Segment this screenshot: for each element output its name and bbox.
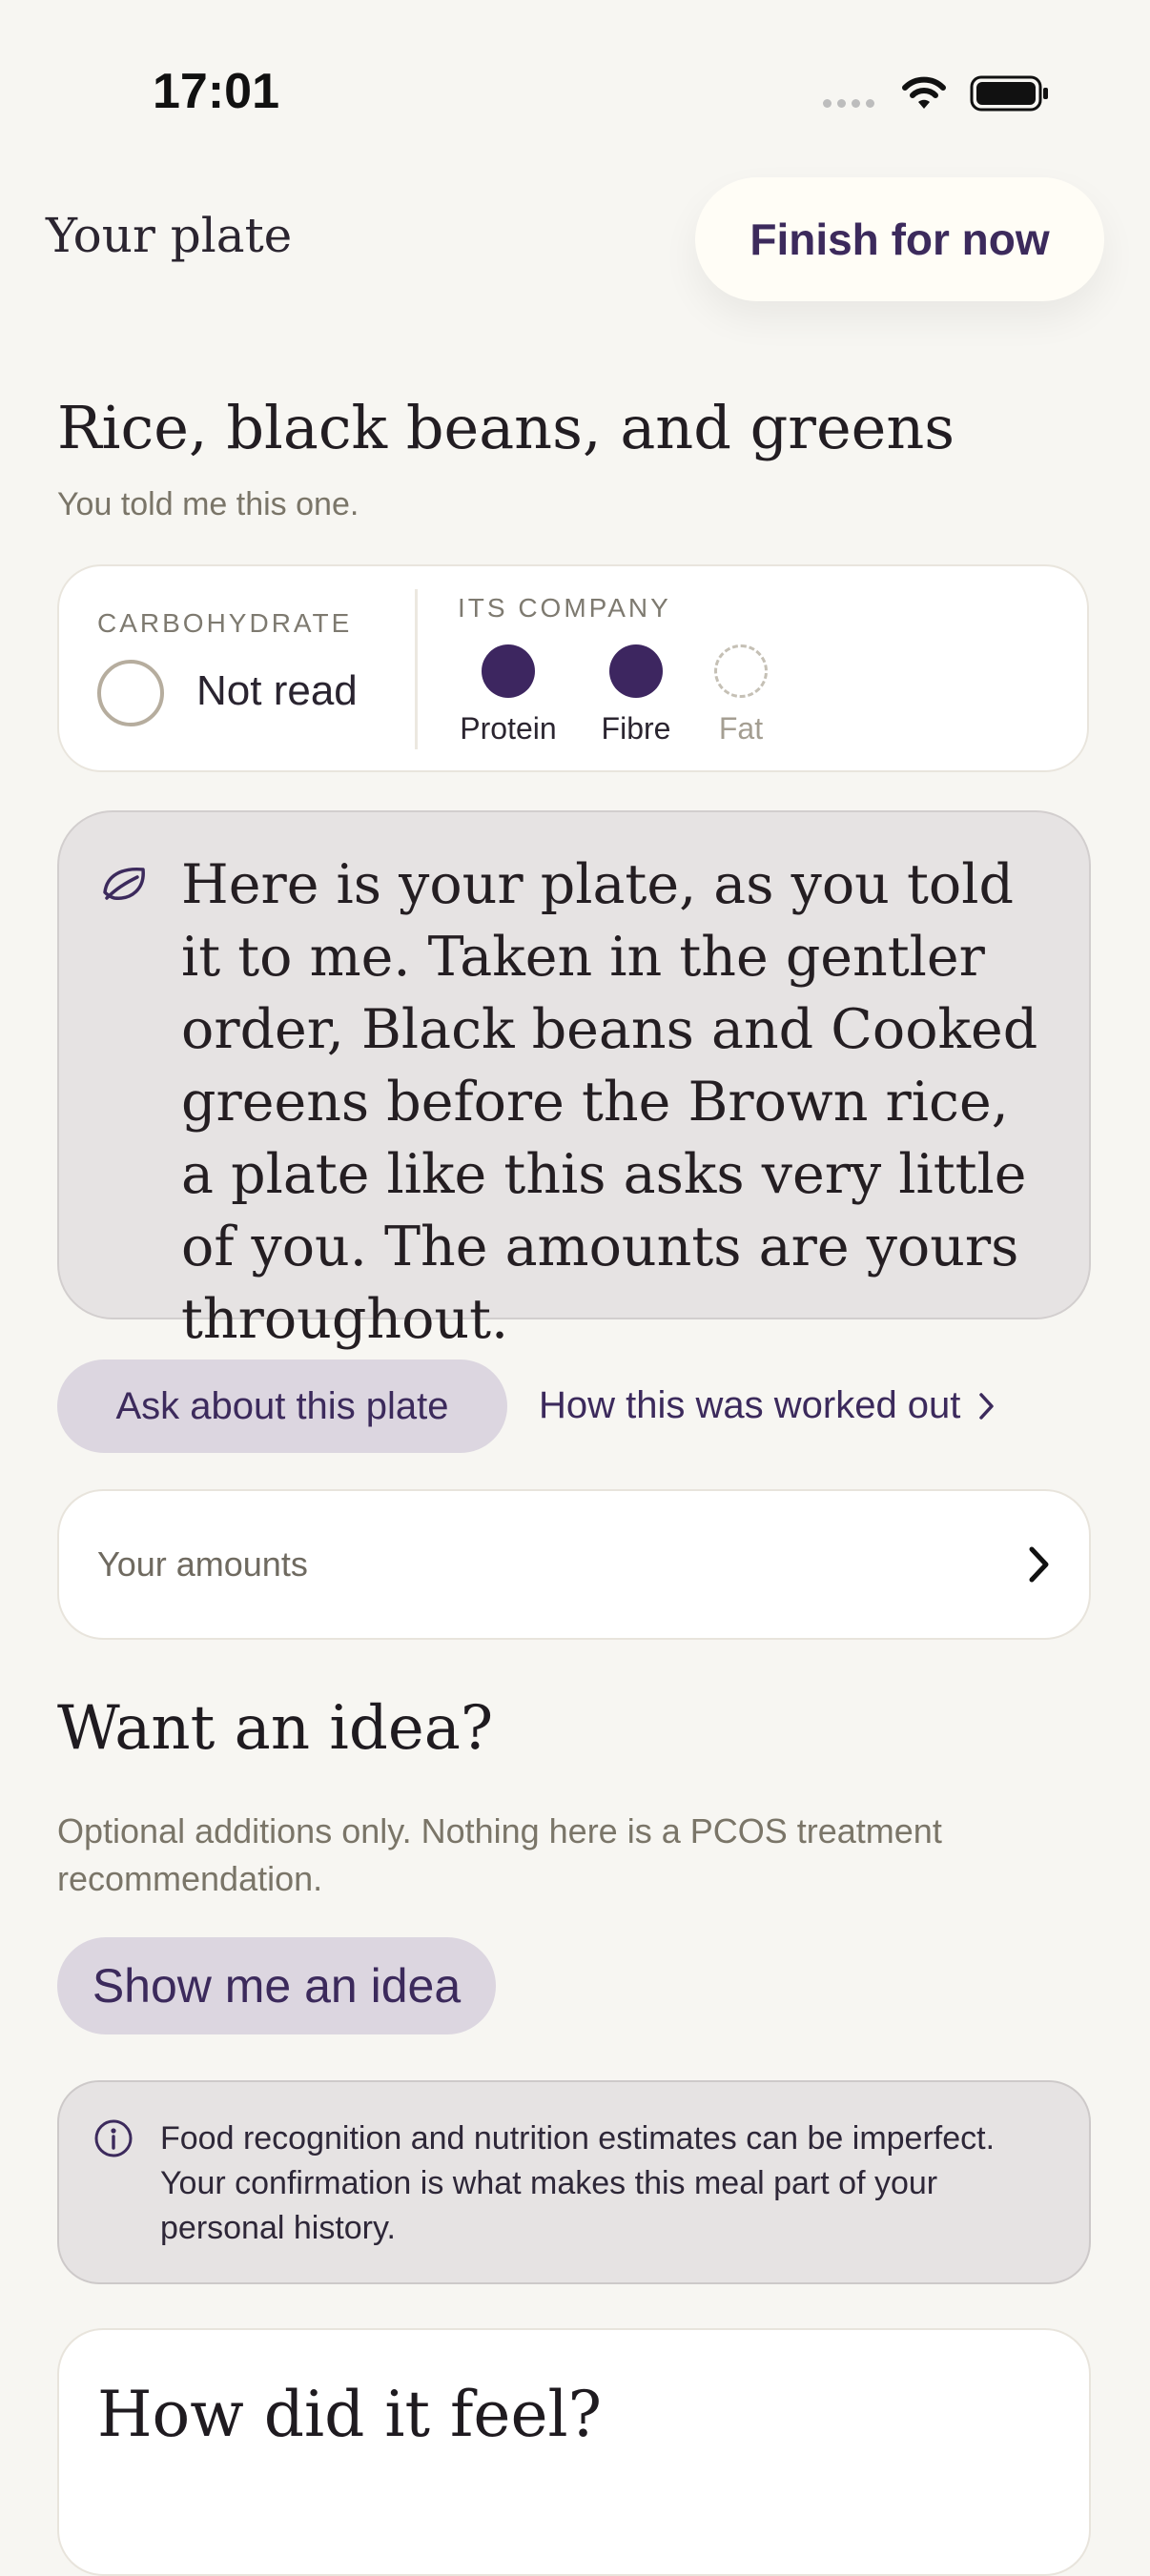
wifi-icon [900, 74, 948, 116]
how-worked-out-label: How this was worked out [539, 1384, 961, 1426]
carbohydrate-label: CARBOHYDRATE [97, 608, 353, 638]
your-amounts-label: Your amounts [97, 1544, 308, 1584]
fibre-filled-dot-icon [609, 644, 663, 698]
idea-heading: Want an idea? [57, 1693, 494, 1764]
cellular-signal-icon [823, 99, 874, 108]
chevron-right-icon [979, 1392, 995, 1420]
chevron-right-icon [1024, 1544, 1053, 1588]
idea-subtitle: Optional additions only. Nothing here is… [57, 1811, 942, 1898]
leaf-icon [101, 864, 149, 910]
battery-icon [970, 74, 1050, 116]
finish-for-now-button[interactable]: Finish for now [695, 177, 1104, 301]
its-company-label: ITS COMPANY [458, 593, 671, 623]
show-idea-button[interactable]: Show me an idea [57, 1937, 496, 2034]
status-time: 17:01 [153, 64, 279, 119]
protein-filled-dot-icon [482, 644, 535, 698]
how-did-it-feel-card [57, 2328, 1091, 2576]
divider [415, 589, 418, 749]
meal-title: Rice, black beans, and greens [57, 393, 955, 462]
plate-message-text: Here is your plate, as you told it to me… [181, 853, 1038, 1351]
accuracy-notice-text: Food recognition and nutrition estimates… [160, 2120, 996, 2246]
how-did-it-feel-heading: How did it feel? [97, 2378, 602, 2451]
carbohydrate-empty-ring-icon [97, 660, 164, 726]
ask-about-plate-button[interactable]: Ask about this plate [57, 1360, 507, 1453]
carbohydrate-value: Not read [196, 667, 358, 714]
fat-label: Fat [718, 711, 764, 746]
fat-empty-dot-icon [714, 644, 768, 698]
info-icon [93, 2118, 133, 2162]
how-worked-out-link[interactable]: How this was worked out [539, 1384, 996, 1427]
meal-subtitle: You told me this one. [57, 486, 359, 522]
page-title: Your plate [46, 208, 293, 263]
